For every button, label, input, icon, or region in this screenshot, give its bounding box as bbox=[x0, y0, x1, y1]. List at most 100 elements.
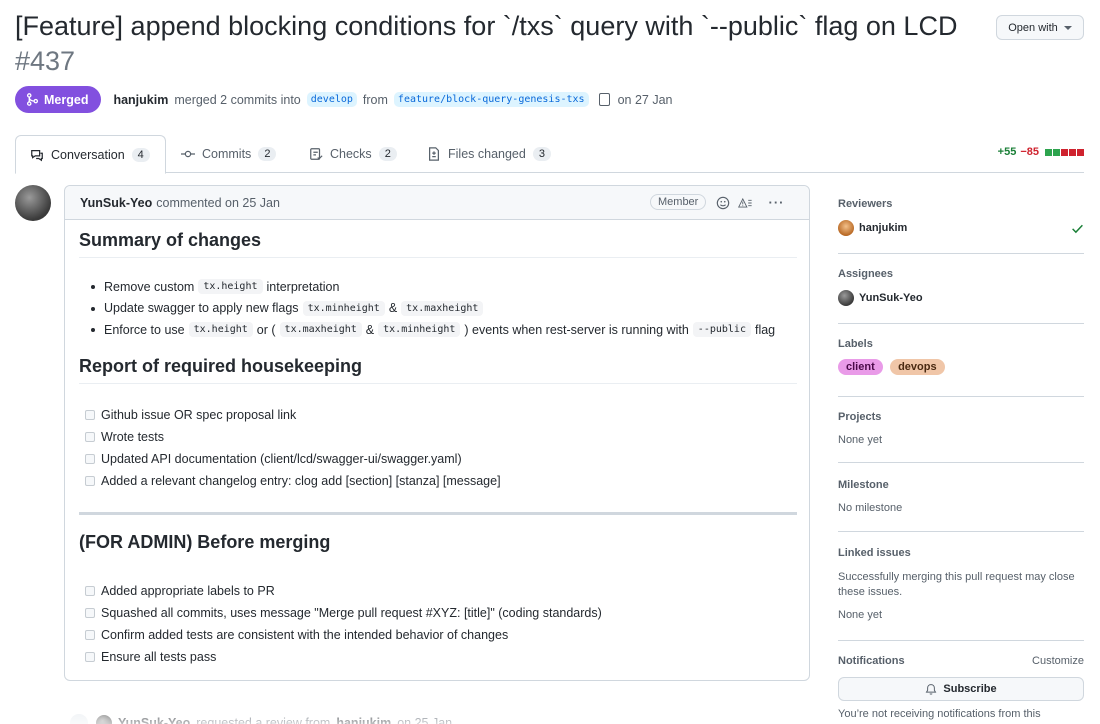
linked-issues-value: None yet bbox=[838, 609, 883, 621]
eye-icon bbox=[68, 712, 90, 724]
checkbox[interactable] bbox=[85, 454, 95, 464]
notifications-note: You’re not receiving notifications from … bbox=[838, 708, 1041, 720]
tab-conversation-label: Conversation bbox=[51, 147, 125, 162]
pr-meta: Merged hanjukim merged 2 commits into de… bbox=[15, 86, 672, 113]
pr-title-text: [Feature] append blocking conditions for… bbox=[15, 11, 958, 41]
tab-commits-count: 2 bbox=[258, 147, 277, 161]
sidebar-assignees: Assignees YunSuk-Yeo bbox=[838, 268, 1084, 324]
avatar bbox=[838, 290, 854, 306]
open-with-button[interactable]: Open with bbox=[996, 15, 1084, 40]
sidebar-notifications-title: Notifications bbox=[838, 655, 905, 667]
label-devops[interactable]: devops bbox=[890, 359, 945, 375]
tab-commits[interactable]: Commits 2 bbox=[167, 135, 290, 173]
summary-text: interpretation bbox=[266, 279, 340, 294]
customize-link[interactable]: Customize bbox=[1032, 655, 1084, 667]
caret-down-icon bbox=[1063, 25, 1072, 30]
smiley-icon[interactable] bbox=[715, 195, 730, 210]
diffstat-deletions: −85 bbox=[1020, 146, 1039, 158]
pr-tabs: Conversation 4 Commits 2 Checks 2 Files … bbox=[15, 135, 1084, 174]
head-branch-link[interactable]: feature/block-query-genesis-txs bbox=[393, 92, 589, 107]
inline-code: tx.minheight bbox=[302, 300, 385, 316]
label-client[interactable]: client bbox=[838, 359, 883, 375]
timeline-date[interactable]: on 25 Jan bbox=[397, 716, 452, 724]
report-icon[interactable] bbox=[738, 195, 753, 210]
diffstat-block bbox=[1045, 148, 1052, 156]
check-icon bbox=[1071, 222, 1084, 238]
sidebar-linked-issues: Linked issues Successfully merging this … bbox=[838, 547, 1084, 641]
comment-card: YunSuk-Yeo commented on 25 Jan Member ··… bbox=[64, 185, 810, 681]
summary-text: flag bbox=[754, 322, 776, 337]
tab-files-changed-label: Files changed bbox=[448, 147, 526, 161]
comment-author-avatar[interactable] bbox=[15, 185, 51, 221]
timeline-target-link[interactable]: hanjukim bbox=[336, 716, 391, 724]
base-branch-link[interactable]: develop bbox=[306, 92, 357, 107]
tab-conversation-count: 4 bbox=[131, 147, 150, 162]
linked-issues-description: Successfully merging this pull request m… bbox=[838, 571, 1075, 598]
copy-icon[interactable] bbox=[598, 93, 610, 106]
checklist-item: Ensure all tests pass bbox=[85, 646, 602, 668]
summary-text: Remove custom bbox=[104, 279, 195, 294]
sidebar-assignees-title[interactable]: Assignees bbox=[838, 268, 1084, 280]
sidebar-milestone-title[interactable]: Milestone bbox=[838, 479, 1084, 491]
comment-header: YunSuk-Yeo commented on 25 Jan Member ··… bbox=[65, 186, 809, 220]
avatar[interactable] bbox=[96, 715, 112, 724]
diffstat-additions: +55 bbox=[997, 146, 1017, 158]
checkbox[interactable] bbox=[85, 630, 95, 640]
sidebar-linked-issues-title: Linked issues bbox=[838, 547, 911, 559]
diffstat-block bbox=[1069, 148, 1076, 156]
sidebar-reviewers-title[interactable]: Reviewers bbox=[838, 198, 1084, 210]
admin-heading: (FOR ADMIN) Before merging bbox=[79, 532, 331, 552]
checkbox[interactable] bbox=[85, 652, 95, 662]
checklist-label: Updated API documentation (client/lcd/sw… bbox=[101, 452, 462, 466]
checklist-label: Confirm added tests are consistent with … bbox=[101, 628, 509, 642]
inline-code: tx.height bbox=[188, 322, 253, 338]
commit-icon bbox=[181, 150, 195, 158]
sidebar-projects-title[interactable]: Projects bbox=[838, 411, 1084, 423]
summary-text: or ( bbox=[256, 322, 276, 337]
projects-value: None yet bbox=[838, 434, 883, 446]
assignee-name: YunSuk-Yeo bbox=[859, 292, 923, 304]
tab-files-changed[interactable]: Files changed 3 bbox=[413, 135, 565, 173]
kebab-menu-icon[interactable]: ··· bbox=[769, 195, 784, 210]
comment-actions: ··· bbox=[715, 195, 784, 210]
checkbox[interactable] bbox=[85, 476, 95, 486]
pr-title: [Feature] append blocking conditions for… bbox=[15, 9, 975, 79]
comment-meta[interactable]: commented on 25 Jan bbox=[156, 196, 280, 210]
tab-conversation[interactable]: Conversation 4 bbox=[15, 135, 166, 174]
merged-status-label: Merged bbox=[44, 92, 89, 107]
summary-heading: Summary of changes bbox=[79, 230, 797, 258]
bell-icon bbox=[926, 683, 937, 695]
checklist-item: Updated API documentation (client/lcd/sw… bbox=[85, 448, 501, 470]
avatar bbox=[838, 220, 854, 236]
tab-files-changed-count: 3 bbox=[532, 147, 551, 161]
list-item: Update swagger to apply new flags tx.min… bbox=[89, 298, 775, 320]
assignee-item[interactable]: YunSuk-Yeo bbox=[838, 290, 1084, 306]
tab-checks[interactable]: Checks 2 bbox=[295, 135, 411, 173]
sidebar-labels-title[interactable]: Labels bbox=[838, 338, 1084, 350]
comment-author-link[interactable]: YunSuk-Yeo bbox=[80, 196, 152, 210]
timeline-actor-link[interactable]: YunSuk-Yeo bbox=[118, 716, 190, 724]
checklist-item: Added a relevant changelog entry: clog a… bbox=[85, 470, 501, 492]
reviewer-name: hanjukim bbox=[859, 222, 908, 234]
inline-code: --public bbox=[692, 322, 751, 338]
merge-author-link[interactable]: hanjukim bbox=[113, 93, 168, 107]
checkbox[interactable] bbox=[85, 608, 95, 618]
summary-list: Remove custom tx.height interpretation U… bbox=[89, 276, 775, 341]
diffstat-blocks bbox=[1045, 148, 1084, 156]
checkbox[interactable] bbox=[85, 410, 95, 420]
open-with-label: Open with bbox=[1008, 21, 1058, 34]
checklist-item: Github issue OR spec proposal link bbox=[85, 404, 501, 426]
diffstat-block bbox=[1053, 148, 1060, 156]
summary-text: & bbox=[365, 322, 375, 337]
housekeeping-checklist: Github issue OR spec proposal link Wrote… bbox=[85, 404, 501, 492]
checkbox[interactable] bbox=[85, 432, 95, 442]
diffstat-block bbox=[1061, 148, 1068, 156]
timeline-action: requested a review from bbox=[196, 716, 331, 724]
sidebar-notifications: Notifications Customize Subscribe You’re… bbox=[838, 655, 1084, 720]
merged-status-badge: Merged bbox=[15, 86, 102, 113]
checkbox[interactable] bbox=[85, 586, 95, 596]
checklist-item: Squashed all commits, uses message "Merg… bbox=[85, 602, 602, 624]
subscribe-button[interactable]: Subscribe bbox=[838, 677, 1084, 701]
reviewer-item[interactable]: hanjukim bbox=[838, 220, 1084, 236]
summary-text: Update swagger to apply new flags bbox=[104, 301, 299, 316]
